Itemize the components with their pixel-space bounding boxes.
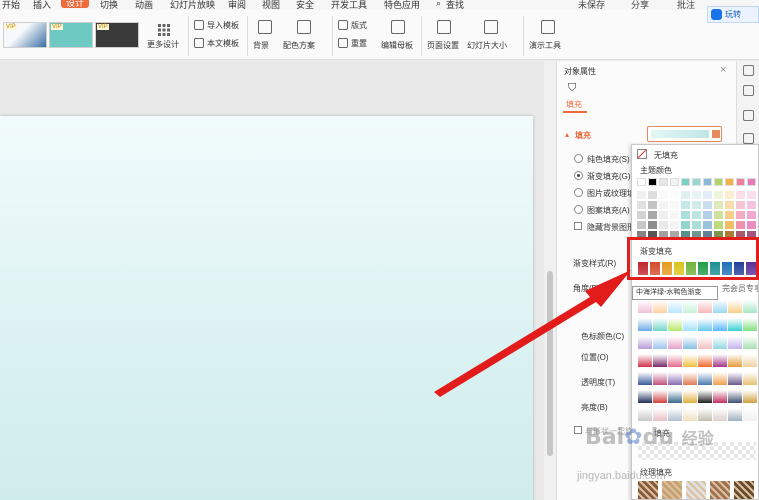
- baidu-watermark-url: jingyan.baidu.com: [577, 470, 666, 482]
- watermark-du: du: [642, 425, 675, 450]
- baidu-watermark: Bai✿du 经验: [585, 425, 714, 450]
- paw-icon: ✿: [624, 425, 643, 450]
- watermark-brand: Bai: [585, 425, 625, 450]
- watermark-product: 经验: [681, 429, 714, 448]
